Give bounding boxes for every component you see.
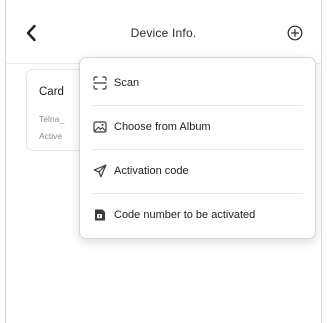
code-card-icon [93, 208, 107, 222]
menu-item-label: Activation code [114, 165, 189, 177]
menu-item-scan[interactable]: Scan [80, 61, 315, 105]
card-status-text: Active [39, 131, 63, 141]
menu-item-code-number[interactable]: Code number to be activated [80, 193, 315, 237]
card-provider-text: Telna_ [39, 114, 65, 124]
menu-item-label: Choose from Album [114, 121, 211, 133]
scan-icon [93, 76, 107, 90]
send-icon [93, 164, 107, 178]
app-screen: Device Info. Card Telna_ Active Scan Cho… [5, 0, 322, 323]
add-device-menu: Scan Choose from Album Activation code C… [79, 57, 316, 239]
top-nav-bar: Device Info. [6, 0, 321, 64]
menu-item-choose-from-album[interactable]: Choose from Album [80, 105, 315, 149]
menu-item-label: Scan [114, 77, 140, 89]
plus-circle-icon [287, 25, 303, 41]
menu-item-label: Code number to be activated [114, 209, 256, 221]
image-icon [93, 120, 107, 134]
card-title: Card [39, 86, 64, 98]
menu-item-activation-code[interactable]: Activation code [80, 149, 315, 193]
page-title: Device Info. [130, 26, 197, 40]
add-button[interactable] [287, 25, 303, 41]
